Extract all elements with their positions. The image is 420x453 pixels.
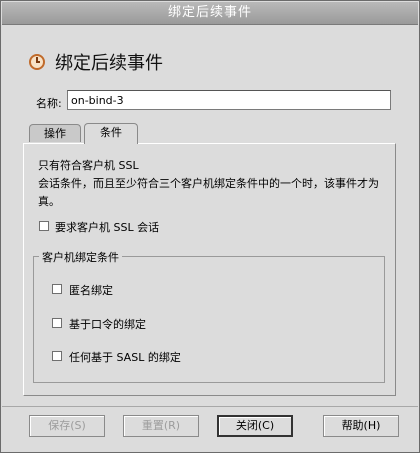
save-button[interactable]: 保存(S) xyxy=(29,415,105,437)
anonymous-bind-label[interactable]: 匿名绑定 xyxy=(69,282,113,298)
description-line-1: 只有符合客户机 SSL xyxy=(38,159,139,172)
description-line-2: 会话条件，而且至少符合三个客户机绑定条件中的一个时，该事件才为 xyxy=(38,177,379,190)
description-line-3: 真。 xyxy=(38,195,60,208)
password-bind-label[interactable]: 基于口令的绑定 xyxy=(69,316,146,332)
password-bind-checkbox[interactable] xyxy=(52,318,62,328)
reset-button[interactable]: 重置(R) xyxy=(123,415,199,437)
anonymous-bind-checkbox[interactable] xyxy=(52,284,62,294)
name-input[interactable] xyxy=(67,90,391,110)
close-button[interactable]: 关闭(C) xyxy=(217,415,293,437)
sasl-bind-label[interactable]: 任何基于 SASL 的绑定 xyxy=(69,349,181,365)
bind-conditions-title: 客户机绑定条件 xyxy=(39,249,122,265)
require-ssl-label[interactable]: 要求客户机 SSL 会话 xyxy=(55,219,159,235)
name-label: 名称: xyxy=(36,97,62,110)
page-title: 绑定后续事件 xyxy=(55,53,163,74)
sasl-bind-checkbox[interactable] xyxy=(52,351,62,361)
clock-icon xyxy=(29,54,45,70)
dialog-window: 绑定后续事件 绑定后续事件 名称: 操作 条件 只有符合客户机 SSL 会话条件… xyxy=(0,0,420,453)
tab-conditions[interactable]: 条件 xyxy=(84,123,138,144)
title-bar[interactable]: 绑定后续事件 xyxy=(2,2,418,25)
button-separator xyxy=(2,406,418,407)
help-button[interactable]: 帮助(H) xyxy=(323,415,399,437)
tab-operations[interactable]: 操作 xyxy=(29,124,81,142)
require-ssl-checkbox[interactable] xyxy=(39,221,49,231)
